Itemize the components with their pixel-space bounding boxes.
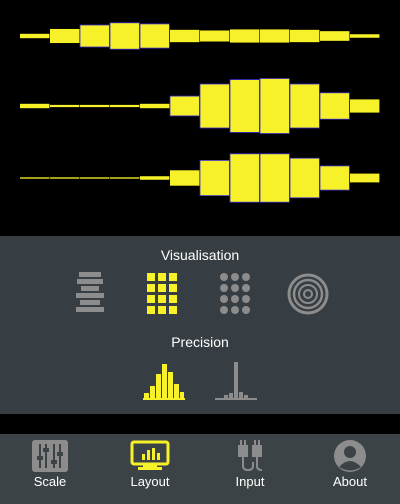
- visualisation-title: Visualisation: [160, 247, 240, 263]
- vis-bar-r0-c0: [20, 33, 50, 39]
- vis-bar-r1-c4: [140, 103, 170, 109]
- vis-bar-r2-c6: [199, 159, 230, 196]
- sliders-icon: [32, 440, 68, 472]
- vis-bar-r0-c10: [320, 31, 350, 41]
- precision-option-narrow[interactable]: [215, 360, 257, 405]
- bottom-tab-bar: Scale Layout Input About: [0, 434, 400, 504]
- dot-grid-icon: [220, 273, 250, 314]
- vis-bar-r0-c4: [139, 23, 170, 49]
- square-grid-icon: [147, 273, 177, 314]
- narrow-histogram-icon: [215, 362, 257, 400]
- vis-bar-r2-c10: [319, 165, 350, 191]
- monitor-chart-icon: [130, 440, 170, 470]
- vis-bar-r1-c7: [229, 79, 260, 133]
- wide-histogram-icon: [143, 364, 185, 400]
- tab-about[interactable]: About: [300, 434, 400, 504]
- vis-bar-r1-c1: [50, 104, 80, 108]
- vis-bar-r0-c6: [200, 30, 230, 42]
- vis-bar-r2-c1: [50, 177, 80, 179]
- vis-bar-r2-c3: [110, 177, 140, 179]
- vis-bar-r1-c10: [319, 92, 350, 120]
- tab-input[interactable]: Input: [200, 434, 300, 504]
- visualisation-display: [0, 0, 400, 236]
- vis-bar-r0-c5: [170, 29, 200, 43]
- panel-separator: [0, 414, 400, 434]
- vis-bar-r0-c8: [260, 29, 290, 43]
- vis-option-dots[interactable]: [219, 272, 251, 321]
- tab-input-label: Input: [235, 474, 265, 489]
- tab-layout[interactable]: Layout: [100, 434, 200, 504]
- vis-option-circles[interactable]: [287, 273, 329, 320]
- vis-bar-r2-c8: [259, 153, 290, 203]
- vis-bar-r2-c2: [80, 177, 110, 179]
- vis-bar-r1-c2: [80, 104, 110, 108]
- vis-bar-r0-c3: [109, 22, 140, 50]
- vis-bar-r1-c3: [110, 104, 140, 108]
- settings-panel: Visualisation Precision: [0, 236, 400, 414]
- vis-bar-r2-c9: [289, 157, 320, 199]
- vis-bar-r1-c5: [169, 95, 200, 117]
- concentric-circles-icon: [287, 273, 329, 315]
- vis-option-stack[interactable]: [74, 272, 106, 321]
- visualisation-canvas: [20, 22, 380, 203]
- vis-bar-r0-c7: [230, 29, 260, 43]
- vis-bar-r2-c4: [140, 176, 170, 180]
- stack-bars-icon: [76, 272, 104, 312]
- vis-option-grid[interactable]: [146, 272, 178, 321]
- vis-bar-r2-c11: [350, 173, 380, 183]
- vis-bar-r1-c0: [20, 103, 50, 109]
- vis-bar-r1-c6: [199, 83, 230, 129]
- vis-bar-r2-c5: [170, 170, 200, 186]
- vis-bar-r1-c11: [350, 99, 380, 113]
- tab-about-label: About: [333, 474, 367, 489]
- audio-plugs-icon: [238, 440, 263, 472]
- vis-bar-r1-c8: [259, 78, 290, 134]
- tab-scale[interactable]: Scale: [0, 434, 100, 504]
- vis-bar-r2-c7: [229, 153, 260, 203]
- vis-bar-r2-c0: [20, 177, 50, 179]
- vis-bar-r0-c11: [350, 34, 380, 38]
- tab-layout-label: Layout: [130, 474, 170, 489]
- precision-title: Precision: [171, 334, 229, 350]
- tab-scale-label: Scale: [33, 474, 67, 489]
- vis-bar-r0-c9: [290, 29, 320, 43]
- person-icon: [334, 440, 366, 472]
- vis-bar-r1-c9: [289, 83, 320, 129]
- vis-bar-r0-c1: [50, 28, 80, 44]
- vis-bar-r0-c2: [79, 24, 110, 48]
- precision-option-wide[interactable]: [143, 360, 185, 405]
